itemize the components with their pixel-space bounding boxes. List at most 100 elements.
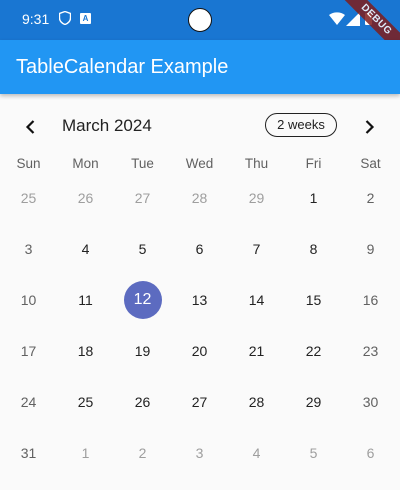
day-number: 17 [20,342,37,359]
day-number: 26 [77,189,94,206]
app-icon: A [80,13,91,24]
day-number: 11 [78,291,93,308]
day-number: 29 [305,393,322,410]
day-cell[interactable]: 29 [285,376,342,427]
day-number: 1 [309,189,318,206]
day-cell[interactable]: 24 [0,376,57,427]
day-cell[interactable]: 28 [228,376,285,427]
day-cell-outside[interactable]: 29 [228,172,285,223]
day-number: 7 [252,240,261,257]
day-number: 27 [191,393,208,410]
calendar-header: March 2024 2 weeks [0,106,400,146]
day-number: 28 [191,189,208,206]
day-cell[interactable]: 22 [285,325,342,376]
day-cell[interactable]: 31 [0,427,57,478]
day-cell-outside[interactable]: 4 [228,427,285,478]
dow-wed: Wed [185,156,214,171]
day-number: 22 [305,342,322,359]
day-cell[interactable]: 30 [342,376,399,427]
chevron-right-icon[interactable] [360,118,378,136]
dow-sat: Sat [360,156,381,171]
day-cell[interactable]: 21 [228,325,285,376]
day-cell-outside[interactable]: 6 [342,427,399,478]
day-number: 9 [366,240,375,257]
day-number: 10 [20,291,37,308]
day-cell[interactable]: 9 [342,223,399,274]
day-cell[interactable]: 6 [171,223,228,274]
camera-cutout [188,8,212,32]
day-number: 2 [366,189,375,206]
dow-tue: Tue [131,156,154,171]
day-cell[interactable]: 14 [228,274,285,325]
day-cell[interactable]: 15 [285,274,342,325]
day-cell-outside[interactable]: 25 [0,172,57,223]
day-number: 2 [138,444,147,461]
day-number: 5 [138,240,147,257]
day-number: 19 [134,342,151,359]
day-number: 28 [248,393,265,410]
day-cell[interactable]: 20 [171,325,228,376]
wifi-icon [329,12,345,25]
day-number: 27 [134,189,151,206]
day-number: 6 [366,444,375,461]
month-title: March 2024 [62,116,152,135]
day-number: 15 [305,291,322,308]
chevron-left-icon[interactable] [22,118,40,136]
day-cell-outside[interactable]: 28 [171,172,228,223]
day-cell[interactable]: 11 [57,274,114,325]
day-number: 3 [195,444,204,461]
day-cell[interactable]: 5 [114,223,171,274]
day-number: 6 [195,240,204,257]
app-bar: TableCalendar Example [0,40,400,94]
day-cell[interactable]: 8 [285,223,342,274]
day-cell[interactable]: 4 [57,223,114,274]
day-number: 31 [20,444,37,461]
day-cell[interactable]: 7 [228,223,285,274]
day-number: 13 [191,291,208,308]
day-cell[interactable]: 1 [285,172,342,223]
dow-fri: Fri [305,156,322,171]
day-cell[interactable]: 18 [57,325,114,376]
day-number: 16 [362,291,379,308]
day-cell[interactable]: 19 [114,325,171,376]
day-cell-outside[interactable]: 5 [285,427,342,478]
day-cell-outside[interactable]: 3 [171,427,228,478]
calendar-grid: 25 26 27 28 29 1 2 3 4 5 6 7 8 9 10 11 12 13 14 15 16 17 18 19 2… [0,172,400,478]
day-number: 1 [81,444,90,461]
day-cell[interactable]: 3 [0,223,57,274]
day-cell-outside[interactable]: 26 [57,172,114,223]
day-number: 21 [248,342,265,359]
format-button[interactable]: 2 weeks [265,113,337,137]
day-cell-today[interactable]: 12 [114,274,171,325]
shield-icon [59,11,71,25]
dow-thu: Thu [244,156,269,171]
day-number: 4 [81,240,90,257]
day-number: 4 [252,444,261,461]
day-number: 14 [248,291,265,308]
day-number: 23 [362,342,379,359]
day-cell[interactable]: 13 [171,274,228,325]
day-number: 25 [20,189,37,206]
day-cell[interactable]: 26 [114,376,171,427]
status-time: 9:31 [22,11,50,27]
day-number: 29 [248,189,265,206]
day-number: 5 [309,444,318,461]
dow-mon: Mon [72,156,99,171]
day-number: 3 [24,240,33,257]
day-cell[interactable]: 23 [342,325,399,376]
day-cell-outside[interactable]: 2 [114,427,171,478]
day-cell[interactable]: 2 [342,172,399,223]
day-cell[interactable]: 27 [171,376,228,427]
status-bar: 9:31 A DEBUG [0,0,400,69]
day-number: 30 [362,393,379,410]
day-cell[interactable]: 25 [57,376,114,427]
dow-sun: Sun [16,156,41,171]
day-cell[interactable]: 17 [0,325,57,376]
day-number: 8 [309,240,318,257]
day-cell-outside[interactable]: 1 [57,427,114,478]
day-cell-outside[interactable]: 27 [114,172,171,223]
day-number: 12 [123,280,162,319]
day-number: 20 [191,342,208,359]
day-cell[interactable]: 16 [342,274,399,325]
day-cell[interactable]: 10 [0,274,57,325]
